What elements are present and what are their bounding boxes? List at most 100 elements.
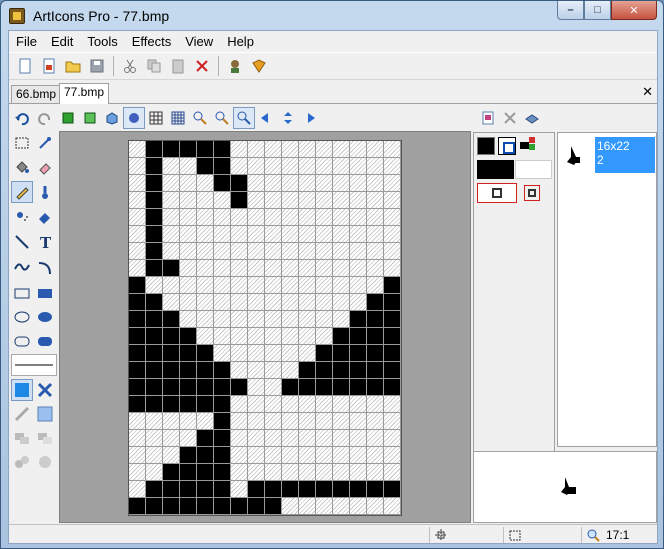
pixel-cell[interactable] <box>350 362 367 379</box>
pixel-cell[interactable] <box>316 464 333 481</box>
pixel-cell[interactable] <box>384 464 401 481</box>
pixel-cell[interactable] <box>248 192 265 209</box>
pixel-cell[interactable] <box>231 498 248 515</box>
pixel-cell[interactable] <box>333 379 350 396</box>
pixel-cell[interactable] <box>282 481 299 498</box>
pixel-cell[interactable] <box>231 379 248 396</box>
pixel-cell[interactable] <box>163 277 180 294</box>
pixel-cell[interactable] <box>333 345 350 362</box>
pixel-cell[interactable] <box>146 311 163 328</box>
pixel-cell[interactable] <box>316 430 333 447</box>
pixel-cell[interactable] <box>350 243 367 260</box>
pixel-cell[interactable] <box>282 294 299 311</box>
pixel-cell[interactable] <box>299 430 316 447</box>
pixel-cell[interactable] <box>231 226 248 243</box>
pixel-cell[interactable] <box>248 311 265 328</box>
pixel-cell[interactable] <box>282 396 299 413</box>
pixel-cell[interactable] <box>146 447 163 464</box>
pixel-cell[interactable] <box>316 362 333 379</box>
pixel-cell[interactable] <box>384 294 401 311</box>
pixel-cell[interactable] <box>384 345 401 362</box>
pixel-cell[interactable] <box>265 158 282 175</box>
minimize-button[interactable]: – <box>557 1 584 20</box>
pixel-cell[interactable] <box>214 413 231 430</box>
pixel-cell[interactable] <box>367 226 384 243</box>
pixel-cell[interactable] <box>299 379 316 396</box>
zoom-out-icon[interactable] <box>211 107 233 129</box>
pixel-cell[interactable] <box>180 362 197 379</box>
pixel-cell[interactable] <box>316 379 333 396</box>
rect-select-icon[interactable] <box>11 132 33 154</box>
foreground-color-swatch[interactable] <box>477 137 495 155</box>
filled-ellipse-icon[interactable] <box>34 306 56 328</box>
pixel-cell[interactable] <box>129 158 146 175</box>
pixel-cell[interactable] <box>384 447 401 464</box>
pixel-cell[interactable] <box>316 192 333 209</box>
pixel-cell[interactable] <box>129 243 146 260</box>
tab-66-bmp[interactable]: 66.bmp <box>11 85 62 103</box>
pixel-cell[interactable] <box>146 277 163 294</box>
pixel-cell[interactable] <box>197 141 214 158</box>
pixel-cell[interactable] <box>163 294 180 311</box>
pixel-cell[interactable] <box>350 447 367 464</box>
pixel-cell[interactable] <box>197 447 214 464</box>
pixel-cell[interactable] <box>265 379 282 396</box>
pixel-cell[interactable] <box>180 209 197 226</box>
pixel-cell[interactable] <box>197 481 214 498</box>
pixel-cell[interactable] <box>248 294 265 311</box>
pixel-cell[interactable] <box>316 175 333 192</box>
pixel-cell[interactable] <box>214 464 231 481</box>
ellipse-icon[interactable] <box>11 306 33 328</box>
title-bar[interactable]: ArtIcons Pro - 77.bmp – □ ✕ <box>1 1 663 30</box>
pixel-cell[interactable] <box>367 243 384 260</box>
secondary-color-swatch[interactable] <box>515 160 552 179</box>
pixel-cell[interactable] <box>265 277 282 294</box>
pixel-cell[interactable] <box>163 192 180 209</box>
cut-scissors-icon[interactable] <box>118 55 142 77</box>
pixel-cell[interactable] <box>333 464 350 481</box>
pixel-cell[interactable] <box>197 226 214 243</box>
pixel-cell[interactable] <box>248 498 265 515</box>
pixel-cell[interactable] <box>129 362 146 379</box>
pixel-cell[interactable] <box>231 294 248 311</box>
pixel-cell[interactable] <box>180 481 197 498</box>
pixel-cell[interactable] <box>299 260 316 277</box>
pixel-cell[interactable] <box>248 277 265 294</box>
pixel-cell[interactable] <box>214 243 231 260</box>
open-folder-icon[interactable] <box>61 55 85 77</box>
pixel-cell[interactable] <box>163 362 180 379</box>
pixel-cell[interactable] <box>350 481 367 498</box>
menu-edit[interactable]: Edit <box>44 34 80 49</box>
pixel-cell[interactable] <box>350 209 367 226</box>
pixel-cell[interactable] <box>333 209 350 226</box>
pixel-cell[interactable] <box>163 379 180 396</box>
pixel-cell[interactable] <box>180 192 197 209</box>
pixel-cell[interactable] <box>146 328 163 345</box>
pixel-cell[interactable] <box>146 294 163 311</box>
pixel-cell[interactable] <box>231 158 248 175</box>
pixel-cell[interactable] <box>384 141 401 158</box>
pixel-cell[interactable] <box>180 396 197 413</box>
pixel-cell[interactable] <box>350 345 367 362</box>
pixel-cell[interactable] <box>367 192 384 209</box>
pixel-cell[interactable] <box>316 396 333 413</box>
pixel-cell[interactable] <box>350 175 367 192</box>
pixel-cell[interactable] <box>129 175 146 192</box>
pixel-cell[interactable] <box>129 311 146 328</box>
pixel-cell[interactable] <box>163 396 180 413</box>
new-from-icon[interactable] <box>37 55 61 77</box>
pixel-cell[interactable] <box>282 447 299 464</box>
pixel-cell[interactable] <box>163 328 180 345</box>
pixel-cell[interactable] <box>231 260 248 277</box>
pixel-cell[interactable] <box>248 464 265 481</box>
pixel-cell[interactable] <box>350 226 367 243</box>
menu-tools[interactable]: Tools <box>80 34 124 49</box>
arrow-updown-icon[interactable] <box>277 107 299 129</box>
pixel-cell[interactable] <box>299 311 316 328</box>
canvas-area[interactable] <box>59 131 471 523</box>
pixel-cell[interactable] <box>231 277 248 294</box>
pixel-cell[interactable] <box>180 158 197 175</box>
rectangle-icon[interactable] <box>11 282 33 304</box>
pixel-cell[interactable] <box>350 498 367 515</box>
pixel-cell[interactable] <box>163 464 180 481</box>
